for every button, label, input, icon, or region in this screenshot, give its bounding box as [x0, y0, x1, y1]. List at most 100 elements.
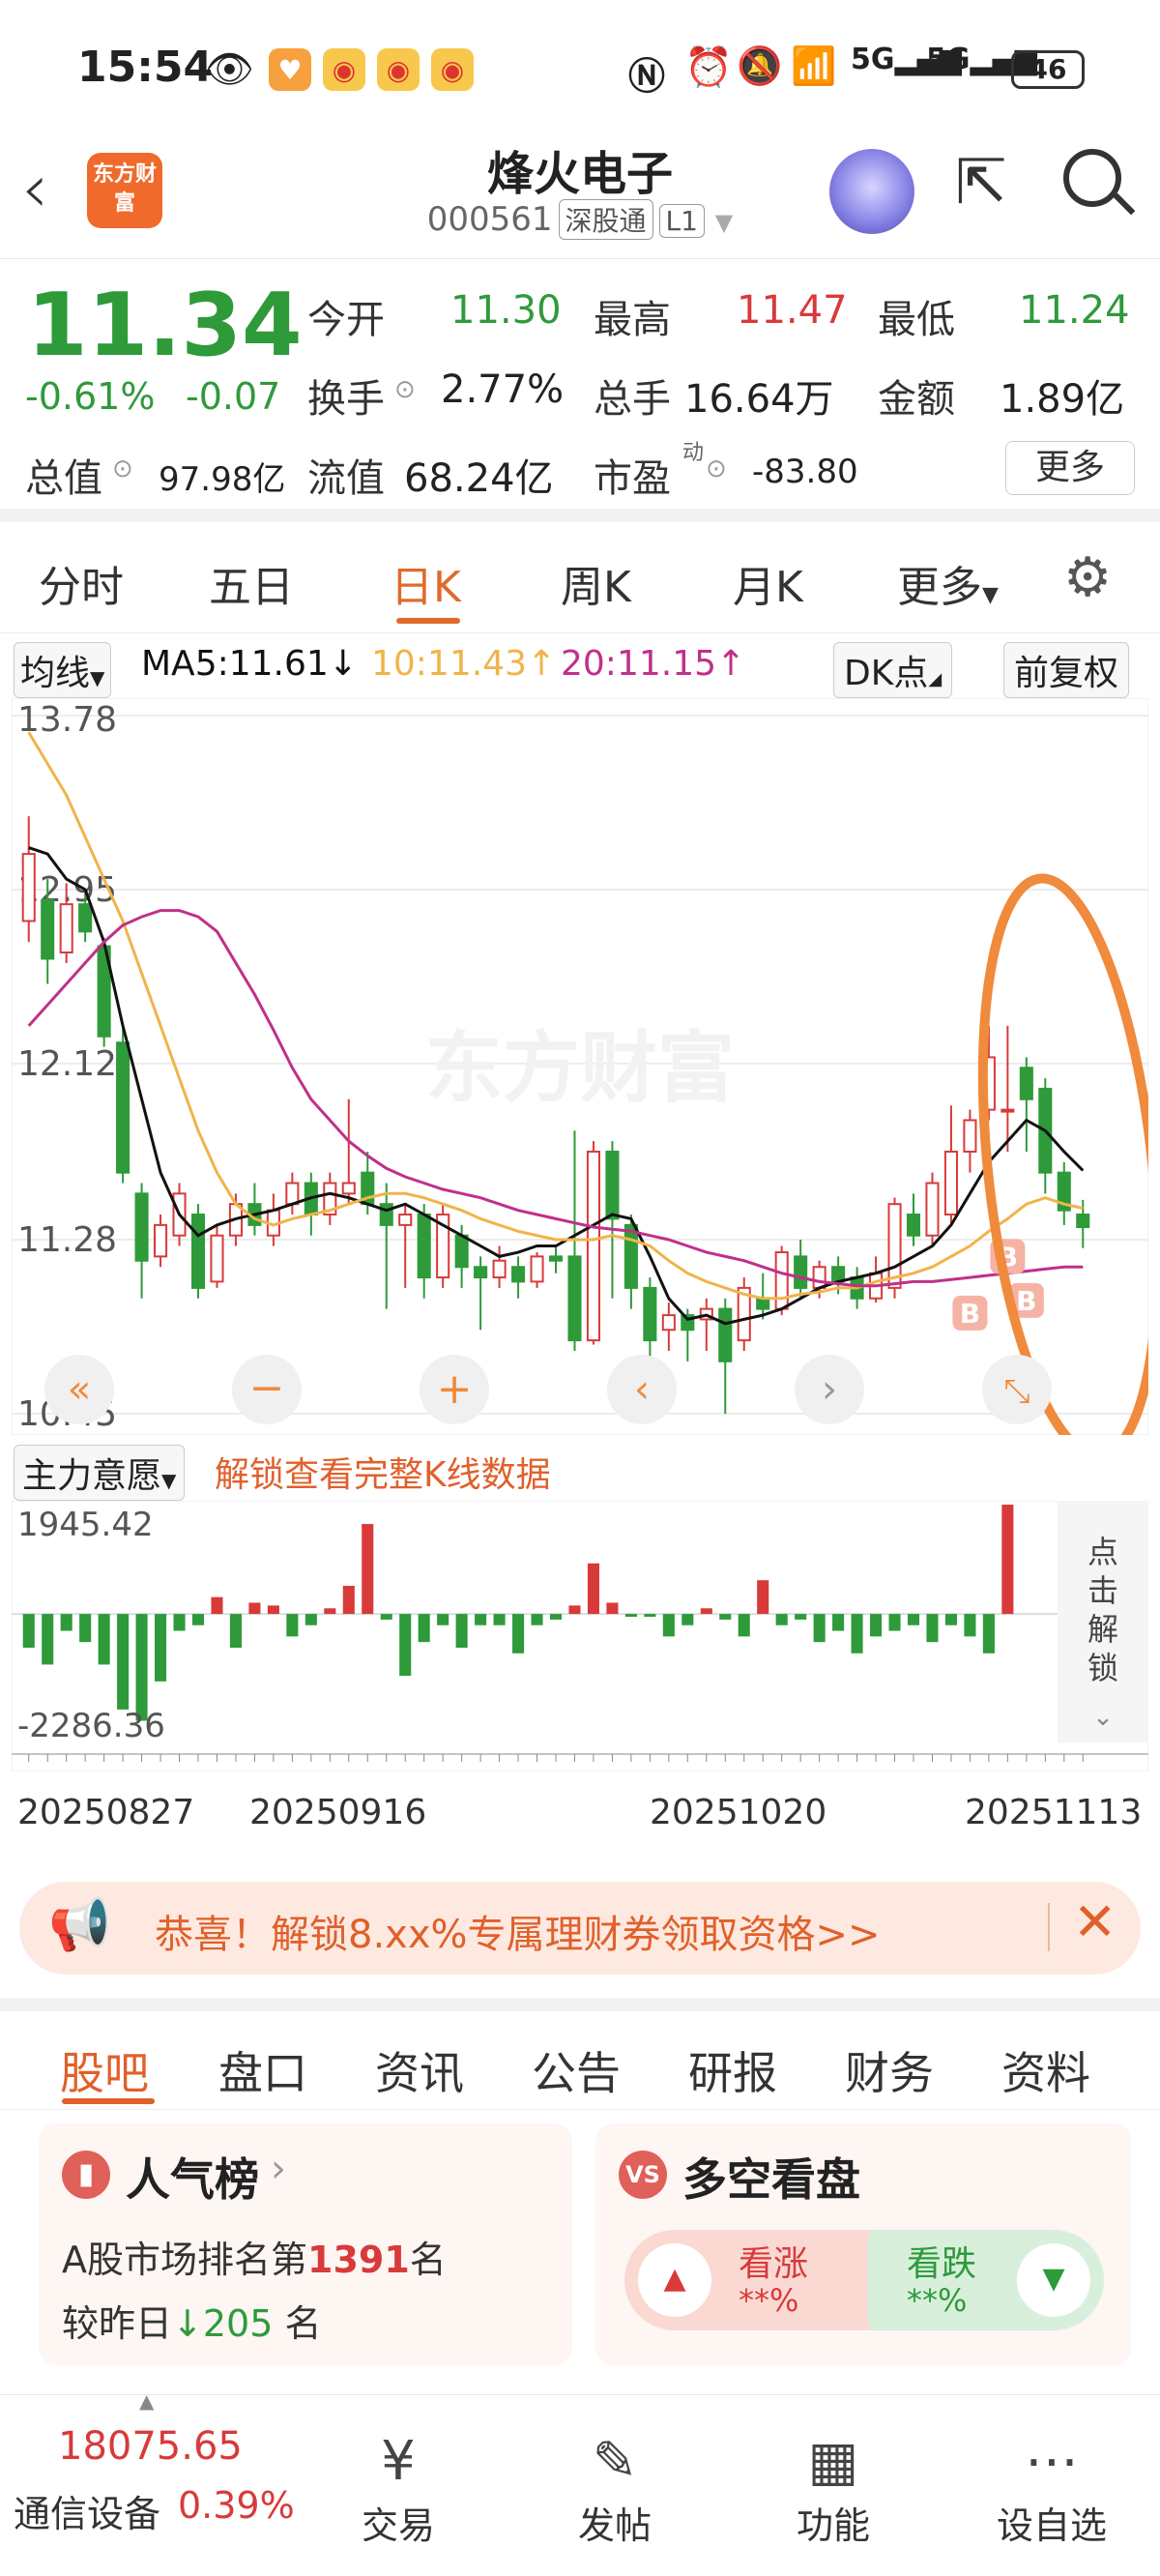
ma-type-select[interactable]: 均线▼: [14, 642, 112, 698]
info-icon[interactable]: ⊙: [394, 375, 416, 404]
stock-code: 000561: [426, 200, 553, 239]
nav-functions[interactable]: ▦ 功能: [766, 2428, 901, 2549]
gear-icon[interactable]: ⚙: [1063, 546, 1112, 609]
ma5-text: MA5:11.61: [141, 644, 329, 684]
low-value: 11.24: [1019, 288, 1130, 333]
candle: [134, 1192, 149, 1262]
indicator-select[interactable]: 主力意愿▼: [14, 1445, 186, 1501]
active-tab-indicator: [62, 2098, 155, 2104]
chart-icon: ▮: [62, 2151, 110, 2199]
sector-index[interactable]: 18075.65 通信设备 0.39%: [0, 2395, 309, 2576]
quote-panel: 11.34 -0.61% -0.07 今开 11.30 最高 11.47 最低 …: [0, 261, 1160, 522]
search-icon[interactable]: [1063, 149, 1121, 207]
tab-timeshare[interactable]: 分时: [39, 552, 124, 614]
tab-more[interactable]: 更多▼: [897, 552, 999, 614]
info-icon[interactable]: ⊙: [112, 454, 133, 483]
candle: [548, 1255, 564, 1262]
candle: [624, 1223, 638, 1289]
share-icon[interactable]: ⇱: [955, 147, 1007, 219]
adjust-select[interactable]: 前复权: [1003, 642, 1130, 698]
nav-watchlist[interactable]: ⋯ 设自选: [984, 2428, 1119, 2549]
flow-bar: [700, 1608, 712, 1615]
flow-bar: [682, 1614, 694, 1625]
tab-research[interactable]: 研报: [688, 2038, 777, 2102]
candle: [285, 1182, 300, 1206]
flow-bar: [155, 1614, 167, 1682]
info-icon[interactable]: ⊙: [706, 454, 727, 483]
index-value: 18075.65: [58, 2424, 243, 2469]
tab-news[interactable]: 资讯: [375, 2038, 464, 2102]
flow-bar: [493, 1614, 506, 1625]
nav-post[interactable]: ✎ 发帖: [547, 2428, 682, 2549]
status-time: 15:54: [77, 43, 214, 92]
flow-bar: [738, 1614, 750, 1637]
robot-assistant-icon[interactable]: [829, 149, 914, 234]
dk-label: DK点: [844, 654, 929, 693]
candle: [643, 1286, 657, 1342]
buy-marker-label: B: [1016, 1285, 1036, 1317]
triangle-down-icon: ▼: [1017, 2243, 1090, 2317]
flow-bar: [549, 1614, 563, 1620]
tab-five-day[interactable]: 五日: [209, 552, 294, 614]
tab-orderbook[interactable]: 盘口: [218, 2038, 307, 2102]
connect-tag: 深股通: [558, 199, 653, 240]
candle: [718, 1307, 733, 1362]
more-button[interactable]: 更多: [1005, 441, 1135, 495]
chevron-right-icon: ›: [271, 2147, 286, 2191]
candle: [492, 1259, 507, 1279]
ma10-value: 10:11.43↑: [371, 644, 557, 684]
flow-bar: [568, 1605, 581, 1615]
index-change: 0.39%: [178, 2484, 295, 2527]
candle: [943, 1150, 958, 1216]
change-prefix: 较昨日: [62, 2302, 173, 2345]
flow-bar: [926, 1614, 939, 1643]
candle: [925, 1182, 940, 1237]
vote-down-label: 看跌: [907, 2244, 977, 2284]
tab-guba[interactable]: 股吧: [60, 2038, 149, 2102]
dk-point-select[interactable]: DK点◢: [833, 642, 953, 698]
tab-daily-k[interactable]: 日K: [391, 552, 461, 614]
candle: [567, 1255, 582, 1342]
change-pct: -0.61%: [25, 375, 156, 418]
candle: [1019, 1067, 1033, 1100]
flow-bar: [907, 1614, 920, 1625]
flow-bar: [229, 1614, 242, 1648]
indicator-bar: 主力意愿▼ 解锁查看完整K线数据: [0, 1441, 1160, 1501]
chevron-left-icon: ‹: [634, 1367, 650, 1412]
tab-weekly-k[interactable]: 周K: [561, 552, 631, 614]
flow-bar: [512, 1614, 525, 1654]
vote-up-button[interactable]: ▲ 看涨 **%: [624, 2230, 868, 2330]
tab-monthly-k[interactable]: 月K: [733, 552, 803, 614]
x-label-3: 20251020: [650, 1793, 827, 1832]
flow-bar: [267, 1605, 279, 1615]
candle: [210, 1234, 224, 1283]
y-tick-label: 13.78: [17, 700, 117, 740]
flow-bar: [795, 1614, 807, 1620]
turnover-value: 2.77%: [441, 367, 565, 412]
candle: [1076, 1214, 1090, 1229]
flow-bar: [173, 1614, 186, 1631]
candle: [379, 1203, 393, 1226]
alarm-icon: ⏰: [684, 45, 733, 90]
capital-flow-chart[interactable]: 1945.42 -2286.36 点击解锁 ⌄: [12, 1501, 1148, 1771]
weibo-icon: ◉: [323, 48, 365, 91]
change-abs: -0.07: [186, 375, 281, 418]
tab-announcements[interactable]: 公告: [532, 2038, 621, 2102]
x-label-4: 20251113: [965, 1793, 1143, 1832]
flow-bar: [380, 1614, 392, 1620]
nav-trade[interactable]: ¥ 交易: [331, 2428, 466, 2549]
flow-bar: [944, 1614, 957, 1625]
popularity-card[interactable]: ▮ 人气榜 › A股市场排名第1391名 较昨日↓205 名: [39, 2123, 572, 2365]
dropdown-icon: ▼: [161, 1469, 177, 1492]
unlock-link[interactable]: 解锁查看完整K线数据: [215, 1447, 551, 1497]
vote-down-button[interactable]: 看跌 **% ▼: [868, 2230, 1104, 2330]
dropdown-icon: ▼: [90, 666, 105, 689]
tab-profile[interactable]: 资料: [1001, 2038, 1090, 2102]
close-icon[interactable]: ✕: [1073, 1891, 1116, 1952]
chart-frame: [12, 1501, 1148, 1771]
volume-value: 16.64万: [684, 377, 834, 422]
flow-bar: [964, 1614, 976, 1637]
promo-banner[interactable]: 📢 恭喜！解锁8.xx%专属理财券领取资格>> ✕: [19, 1882, 1141, 1975]
kline-chart[interactable]: 东方财富 13.7812.9512.1211.2810.45 BBB « − +…: [12, 698, 1148, 1435]
tab-finance[interactable]: 财务: [845, 2038, 934, 2102]
